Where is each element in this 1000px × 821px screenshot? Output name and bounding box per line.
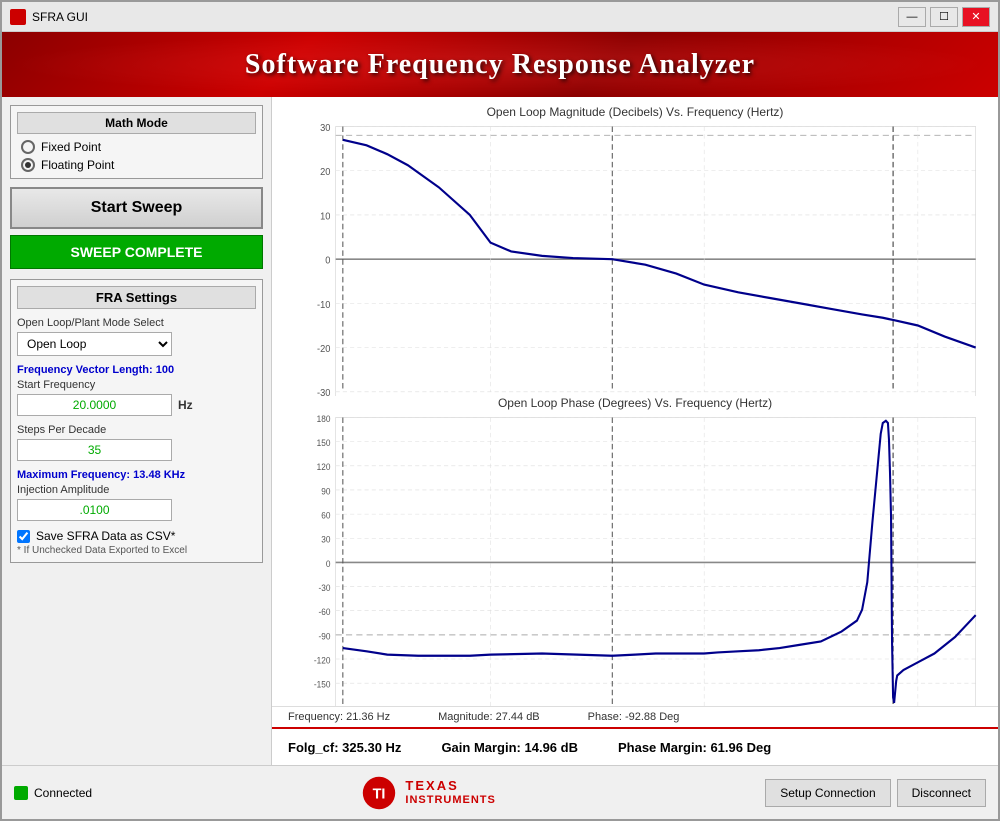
save-csv-label: Save SFRA Data as CSV* [36,529,175,543]
save-csv-checkbox[interactable] [17,530,30,543]
charts-area: Open Loop Magnitude (Decibels) Vs. Frequ… [272,97,998,706]
setup-connection-button[interactable]: Setup Connection [765,779,890,807]
svg-text:-180: -180 [314,705,331,706]
ti-instruments: INSTRUMENTS [405,794,495,806]
floating-point-radio[interactable]: Floating Point [21,158,252,172]
footer-left: Connected [14,786,92,800]
svg-text:-120: -120 [314,656,331,666]
fixed-point-radio-btn[interactable] [21,140,35,154]
start-freq-row: Hz [17,394,256,416]
svg-text:-10: -10 [317,300,330,311]
steps-row [17,439,256,461]
svg-text:-150: -150 [314,680,331,690]
fixed-point-label: Fixed Point [41,140,101,154]
svg-text:-30: -30 [319,583,331,593]
freq-vector-label: Frequency Vector Length: 100 [17,364,256,376]
svg-text:TI: TI [373,786,386,802]
svg-text:90: 90 [321,487,330,497]
loop-mode-select[interactable]: Open Loop Plant Mode [17,332,172,356]
gain-margin: Gain Margin: 14.96 dB [441,740,578,755]
connected-label: Connected [34,786,92,800]
svg-text:-20: -20 [317,344,330,355]
phase-margin: Phase Margin: 61.96 Deg [618,740,771,755]
svg-text:180: 180 [317,414,331,424]
max-freq-label: Maximum Frequency: 13.48 KHz [17,469,256,481]
floating-point-radio-btn[interactable] [21,158,35,172]
math-mode-box: Math Mode Fixed Point Floating Point [10,105,263,179]
loop-mode-label: Open Loop/Plant Mode Select [17,317,256,329]
footer: Connected TI TEXAS INSTRUMENTS Setup Con… [2,765,998,819]
ti-logo: TI TEXAS INSTRUMENTS [361,775,495,811]
cursor-phase: Phase: -92.88 Deg [584,709,684,725]
left-panel: Math Mode Fixed Point Floating Point Sta… [2,97,272,765]
window-title: SFRA GUI [32,10,898,24]
app-header: Software Frequency Response Analyzer [2,32,998,97]
save-csv-row: Save SFRA Data as CSV* [17,529,256,543]
steps-label: Steps Per Decade [17,424,256,436]
fra-settings-box: FRA Settings Open Loop/Plant Mode Select… [10,279,263,563]
svg-text:-60: -60 [319,607,331,617]
csv-note: * If Unchecked Data Exported to Excel [17,545,256,556]
injection-amp-label: Injection Amplitude [17,484,256,496]
ti-texas: TEXAS [405,779,495,793]
svg-text:-90: -90 [319,631,331,641]
svg-text:20: 20 [320,167,330,178]
injection-amp-row [17,499,256,521]
freq-vector-value: 100 [156,364,174,376]
max-freq-value: 13.48 KHz [133,469,185,481]
phase-chart-title: Open Loop Phase (Degrees) Vs. Frequency … [284,396,986,410]
svg-text:120: 120 [317,462,331,472]
start-freq-label: Start Frequency [17,379,256,391]
svg-text:0: 0 [326,559,331,569]
fra-settings-title: FRA Settings [17,286,256,309]
svg-text:60: 60 [321,511,330,521]
start-freq-input[interactable] [17,394,172,416]
svg-text:10: 10 [320,211,330,222]
app-title: Software Frequency Response Analyzer [245,49,755,81]
injection-amp-input[interactable] [17,499,172,521]
right-panel: Open Loop Magnitude (Decibels) Vs. Frequ… [272,97,998,765]
ti-brand-text: TEXAS INSTRUMENTS [405,779,495,805]
magnitude-chart-container: Open Loop Magnitude (Decibels) Vs. Frequ… [284,105,986,392]
footer-buttons: Setup Connection Disconnect [765,779,986,807]
cursor-magnitude: Magnitude: 27.44 dB [434,709,544,725]
maximize-button[interactable]: ☐ [930,7,958,27]
steps-input[interactable] [17,439,172,461]
main-window: SFRA GUI — ☐ ✕ Software Frequency Respon… [0,0,1000,821]
svg-text:30: 30 [320,123,330,134]
sweep-complete-status: SWEEP COMPLETE [10,235,263,269]
connected-indicator [14,786,28,800]
window-controls: — ☐ ✕ [898,7,990,27]
cursor-frequency: Frequency: 21.36 Hz [284,709,394,725]
title-bar: SFRA GUI — ☐ ✕ [2,2,998,32]
status-bar: Folg_cf: 325.30 Hz Gain Margin: 14.96 dB… [272,727,998,765]
phase-chart-container: Open Loop Phase (Degrees) Vs. Frequency … [284,396,986,706]
ti-logo-icon: TI [361,775,397,811]
math-mode-title: Math Mode [17,112,256,134]
magnitude-chart: 30 20 10 0 -10 [284,121,986,408]
folg-cf: Folg_cf: 325.30 Hz [288,740,401,755]
start-freq-unit: Hz [178,398,193,412]
disconnect-button[interactable]: Disconnect [897,779,986,807]
minimize-button[interactable]: — [898,7,926,27]
main-content: Math Mode Fixed Point Floating Point Sta… [2,97,998,765]
svg-text:0: 0 [325,255,330,266]
close-button[interactable]: ✕ [962,7,990,27]
floating-point-label: Floating Point [41,158,114,172]
app-icon [10,9,26,25]
cursor-bar: Frequency: 21.36 Hz Magnitude: 27.44 dB … [272,706,998,727]
math-mode-radio-group: Fixed Point Floating Point [17,140,256,172]
svg-text:150: 150 [317,438,331,448]
phase-chart: 180 150 120 90 60 30 0 -3 [284,412,986,706]
svg-text:30: 30 [321,535,330,545]
magnitude-chart-title: Open Loop Magnitude (Decibels) Vs. Frequ… [284,105,986,119]
start-sweep-button[interactable]: Start Sweep [10,187,263,229]
fixed-point-radio[interactable]: Fixed Point [21,140,252,154]
